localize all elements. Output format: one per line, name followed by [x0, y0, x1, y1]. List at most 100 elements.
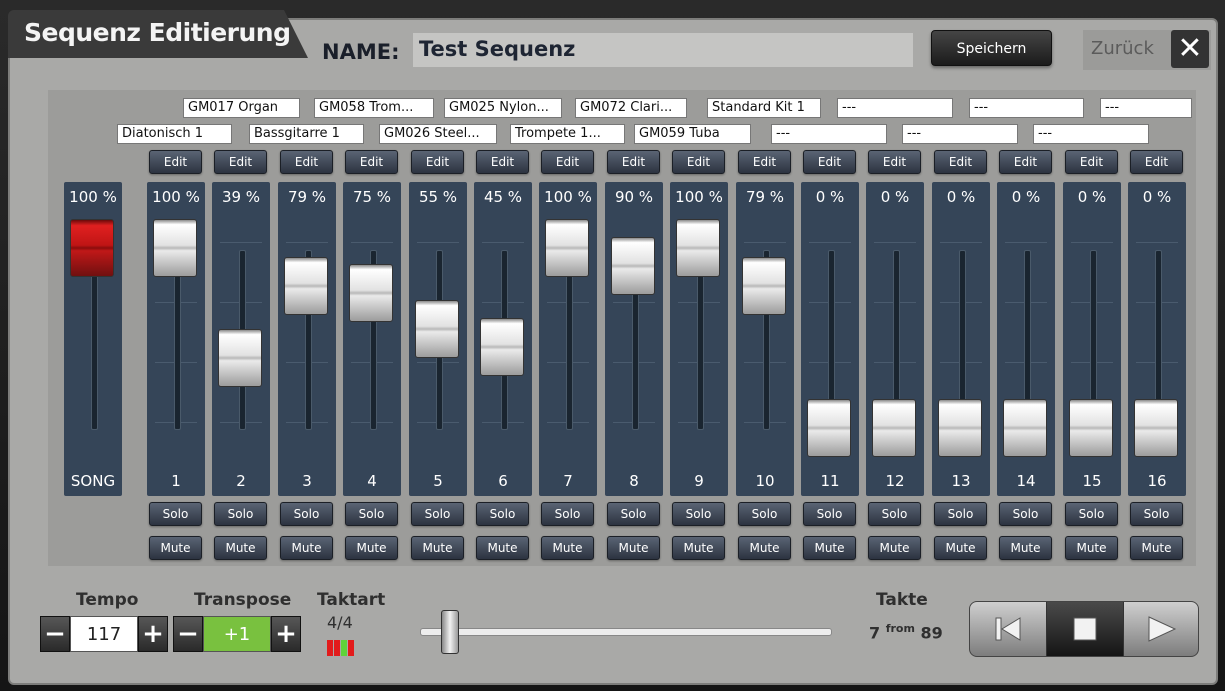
transpose-plus-button[interactable]: + [271, 616, 301, 652]
mute-button-16[interactable]: Mute [1130, 536, 1183, 560]
fader-knob[interactable] [1003, 399, 1047, 457]
fader-knob[interactable] [872, 399, 916, 457]
fader-knob[interactable] [938, 399, 982, 457]
mute-button-15[interactable]: Mute [1065, 536, 1118, 560]
instrument-label[interactable]: --- [771, 124, 887, 144]
channel-strip-6: 45 % 6 [474, 182, 532, 496]
song-fader-knob[interactable] [70, 219, 114, 277]
mute-button-4[interactable]: Mute [345, 536, 398, 560]
mute-button-9[interactable]: Mute [672, 536, 725, 560]
edit-button-8[interactable]: Edit [607, 150, 660, 174]
fader-knob[interactable] [1069, 399, 1113, 457]
mute-button-5[interactable]: Mute [411, 536, 464, 560]
solo-button-8[interactable]: Solo [607, 502, 660, 526]
instrument-label[interactable]: --- [902, 124, 1018, 144]
solo-button-10[interactable]: Solo [738, 502, 791, 526]
solo-button-2[interactable]: Solo [214, 502, 267, 526]
edit-button-16[interactable]: Edit [1130, 150, 1183, 174]
solo-button-5[interactable]: Solo [411, 502, 464, 526]
tempo-minus-button[interactable]: − [40, 616, 70, 652]
fader-knob[interactable] [349, 264, 393, 322]
fader-knob[interactable] [807, 399, 851, 457]
solo-button-16[interactable]: Solo [1130, 502, 1183, 526]
solo-button-11[interactable]: Solo [803, 502, 856, 526]
solo-button-15[interactable]: Solo [1065, 502, 1118, 526]
edit-button-6[interactable]: Edit [476, 150, 529, 174]
edit-button-12[interactable]: Edit [868, 150, 921, 174]
tempo-value[interactable]: 117 [70, 616, 138, 652]
instrument-label[interactable]: --- [1100, 98, 1192, 118]
solo-button-7[interactable]: Solo [541, 502, 594, 526]
fader-knob[interactable] [153, 219, 197, 277]
instrument-label[interactable]: Trompete 1... [510, 124, 625, 144]
mute-button-7[interactable]: Mute [541, 536, 594, 560]
edit-button-10[interactable]: Edit [738, 150, 791, 174]
fader-knob[interactable] [415, 300, 459, 358]
instrument-label[interactable]: GM072 Clari... [575, 98, 687, 118]
solo-button-9[interactable]: Solo [672, 502, 725, 526]
edit-button-14[interactable]: Edit [999, 150, 1052, 174]
edit-button-2[interactable]: Edit [214, 150, 267, 174]
fader-knob[interactable] [218, 329, 262, 387]
edit-button-11[interactable]: Edit [803, 150, 856, 174]
edit-button-15[interactable]: Edit [1065, 150, 1118, 174]
fader-knob[interactable] [611, 237, 655, 295]
edit-button-5[interactable]: Edit [411, 150, 464, 174]
mute-button-11[interactable]: Mute [803, 536, 856, 560]
mute-button-1[interactable]: Mute [149, 536, 202, 560]
instrument-label[interactable]: GM026 Steel... [379, 124, 497, 144]
fader-knob[interactable] [545, 219, 589, 277]
solo-button-13[interactable]: Solo [934, 502, 987, 526]
instrument-label[interactable]: GM059 Tuba [634, 124, 751, 144]
mute-button-6[interactable]: Mute [476, 536, 529, 560]
channel-number: 3 [302, 472, 312, 490]
edit-button-13[interactable]: Edit [934, 150, 987, 174]
instrument-label[interactable]: --- [837, 98, 953, 118]
stop-button[interactable] [1046, 602, 1124, 656]
instrument-label[interactable]: Standard Kit 1 [707, 98, 821, 118]
instrument-label[interactable]: Bassgitarre 1 [249, 124, 364, 144]
name-field[interactable]: Test Sequenz [413, 33, 913, 67]
solo-button-12[interactable]: Solo [868, 502, 921, 526]
fader-knob[interactable] [742, 257, 786, 315]
mute-button-10[interactable]: Mute [738, 536, 791, 560]
edit-button-1[interactable]: Edit [149, 150, 202, 174]
save-button[interactable]: Speichern [931, 30, 1052, 66]
tempo-plus-button[interactable]: + [138, 616, 168, 652]
instrument-label[interactable]: --- [969, 98, 1084, 118]
transpose-value[interactable]: +1 [203, 616, 271, 652]
mute-button-14[interactable]: Mute [999, 536, 1052, 560]
solo-button-14[interactable]: Solo [999, 502, 1052, 526]
instrument-label[interactable]: Diatonisch 1 [117, 124, 232, 144]
position-slider-knob[interactable] [441, 610, 459, 654]
mute-button-13[interactable]: Mute [934, 536, 987, 560]
fader-knob[interactable] [284, 257, 328, 315]
fader-knob[interactable] [480, 318, 524, 376]
edit-button-7[interactable]: Edit [541, 150, 594, 174]
instrument-label[interactable]: GM017 Organ [183, 98, 300, 118]
close-icon[interactable]: ✕ [1171, 30, 1209, 68]
solo-button-1[interactable]: Solo [149, 502, 202, 526]
solo-button-3[interactable]: Solo [280, 502, 333, 526]
stop-icon [1073, 617, 1097, 641]
transpose-minus-button[interactable]: − [173, 616, 203, 652]
solo-button-6[interactable]: Solo [476, 502, 529, 526]
edit-button-4[interactable]: Edit [345, 150, 398, 174]
mute-button-8[interactable]: Mute [607, 536, 660, 560]
skip-back-button[interactable] [970, 602, 1046, 656]
position-slider-track[interactable] [420, 628, 832, 636]
edit-button-9[interactable]: Edit [672, 150, 725, 174]
mute-button-12[interactable]: Mute [868, 536, 921, 560]
play-button[interactable] [1122, 602, 1198, 656]
edit-button-3[interactable]: Edit [280, 150, 333, 174]
mute-button-2[interactable]: Mute [214, 536, 267, 560]
fader-knob[interactable] [676, 219, 720, 277]
back-button[interactable]: Zurück [1091, 38, 1154, 59]
instrument-label[interactable]: GM025 Nylon... [444, 98, 562, 118]
instrument-label[interactable]: GM058 Trom... [314, 98, 434, 118]
instrument-label[interactable]: --- [1033, 124, 1149, 144]
mute-button-3[interactable]: Mute [280, 536, 333, 560]
fader-knob[interactable] [1134, 399, 1178, 457]
solo-button-4[interactable]: Solo [345, 502, 398, 526]
channel-number: 5 [433, 472, 443, 490]
